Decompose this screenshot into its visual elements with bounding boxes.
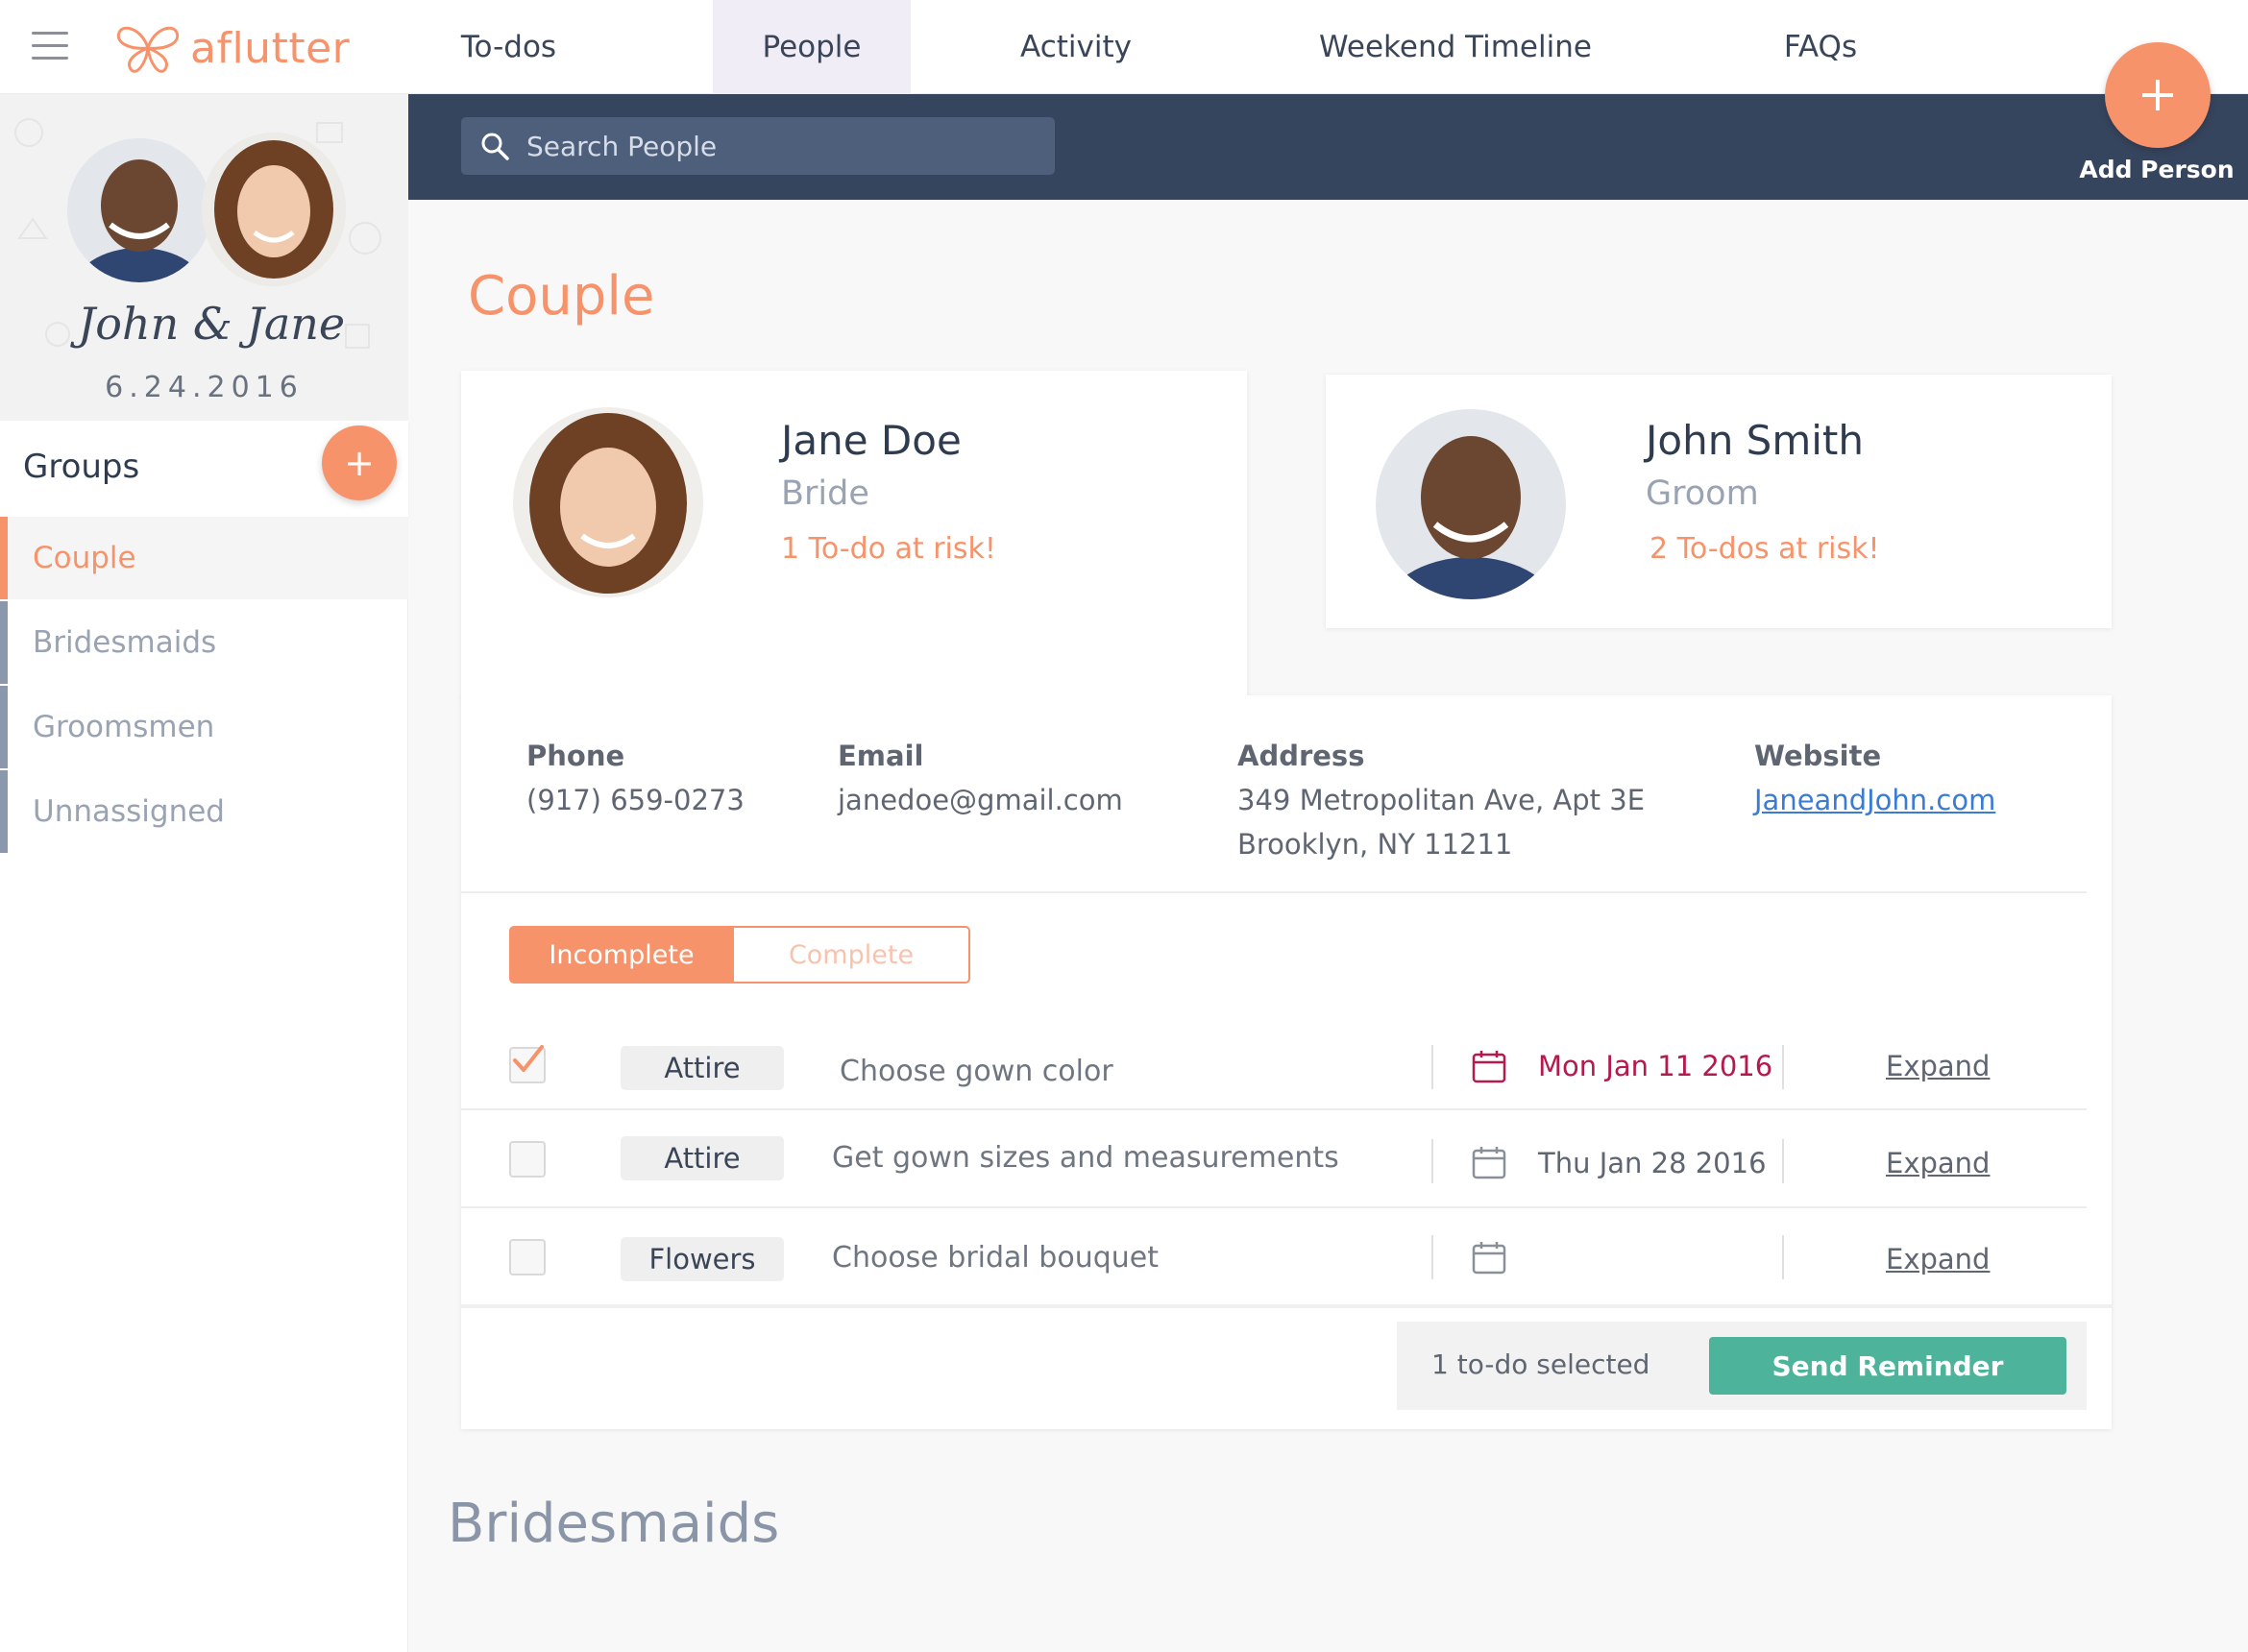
address-label: Address xyxy=(1237,740,1365,772)
sidebar-item-couple[interactable]: Couple xyxy=(0,517,408,599)
phone-value: (917) 659-0273 xyxy=(526,784,745,816)
column-separator xyxy=(1431,1139,1433,1183)
john-avatar xyxy=(67,138,211,282)
section-title-bridesmaids: Bridesmaids xyxy=(448,1493,780,1555)
todo-due-date: Thu Jan 28 2016 xyxy=(1538,1147,1767,1179)
selected-count: 1 to-do selected xyxy=(1431,1348,1650,1380)
add-person-label: Add Person xyxy=(2079,156,2235,183)
couple-header: John & Jane 6.24.2016 xyxy=(0,94,408,421)
phone-label: Phone xyxy=(526,740,625,772)
todo-checkbox[interactable] xyxy=(509,1141,546,1178)
sidebar: John & Jane 6.24.2016 Groups + Couple Br… xyxy=(0,94,408,1652)
tab-people[interactable]: People xyxy=(713,0,911,94)
calendar-icon[interactable] xyxy=(1472,1145,1506,1179)
sidebar-item-groomsmen[interactable]: Groomsmen xyxy=(0,686,408,768)
expand-link[interactable]: Expand xyxy=(1886,1050,1990,1082)
tab-activity[interactable]: Activity xyxy=(999,0,1153,94)
plus-icon xyxy=(2142,80,2173,110)
person-role: Bride xyxy=(781,474,869,513)
section-title-couple: Couple xyxy=(468,265,655,328)
email-label: Email xyxy=(838,740,924,772)
logo[interactable]: aflutter xyxy=(113,21,350,75)
top-nav: aflutter To-dos People Activity Weekend … xyxy=(0,0,2248,94)
todo-risk-status: 2 To-dos at risk! xyxy=(1649,532,1880,566)
groups-header: Groups + xyxy=(0,421,408,517)
list-bottom-border xyxy=(461,1304,2112,1308)
column-separator xyxy=(1782,1235,1784,1279)
todo-checkbox-checked[interactable] xyxy=(509,1045,546,1083)
column-separator xyxy=(1431,1045,1433,1089)
wedding-date: 6.24.2016 xyxy=(105,371,304,404)
person-name: John Smith xyxy=(1646,417,1865,464)
couple-names: John & Jane xyxy=(77,298,346,350)
row-divider xyxy=(461,1206,2087,1208)
brand-name: aflutter xyxy=(190,23,351,73)
todo-risk-status: 1 To-do at risk! xyxy=(781,532,996,566)
todo-due-date: Mon Jan 11 2016 xyxy=(1538,1050,1773,1082)
row-divider xyxy=(461,1108,2087,1110)
todo-text: Choose bridal bouquet xyxy=(832,1241,1159,1275)
todo-category-tag: Attire xyxy=(621,1046,784,1090)
card-connector xyxy=(461,686,1247,705)
column-separator xyxy=(1431,1235,1433,1279)
address-line1: 349 Metropolitan Ave, Apt 3E xyxy=(1237,784,1646,816)
person-card-john[interactable]: John Smith Groom 2 To-dos at risk! xyxy=(1326,375,2112,628)
tab-weekend-timeline[interactable]: Weekend Timeline xyxy=(1307,0,1604,94)
butterfly-logo-icon xyxy=(116,26,180,73)
check-icon xyxy=(513,1045,544,1072)
todo-text: Choose gown color xyxy=(840,1055,1113,1088)
selection-action-bar: 1 to-do selected Send Reminder xyxy=(1397,1322,2087,1410)
person-card-jane[interactable]: Jane Doe Bride 1 To-do at risk! xyxy=(461,371,1247,697)
filter-incomplete-tab[interactable]: Incomplete xyxy=(509,926,734,984)
search-input[interactable] xyxy=(526,130,1026,162)
email-value: janedoe@gmail.com xyxy=(838,784,1123,816)
tab-faqs[interactable]: FAQs xyxy=(1758,0,1883,94)
sidebar-item-bridesmaids[interactable]: Bridesmaids xyxy=(0,601,408,684)
person-role: Groom xyxy=(1646,474,1759,513)
todo-checkbox[interactable] xyxy=(509,1239,546,1275)
todo-category-tag: Flowers xyxy=(621,1237,784,1281)
todo-text: Get gown sizes and measurements xyxy=(832,1141,1339,1175)
person-name: Jane Doe xyxy=(781,417,962,464)
expand-link[interactable]: Expand xyxy=(1886,1147,1990,1179)
add-group-button[interactable]: + xyxy=(322,425,397,500)
filter-complete-tab[interactable]: Complete xyxy=(734,926,970,984)
column-separator xyxy=(1782,1045,1784,1089)
groups-title: Groups xyxy=(23,448,140,486)
send-reminder-button[interactable]: Send Reminder xyxy=(1709,1337,2066,1395)
search-icon xyxy=(481,133,509,160)
hamburger-menu-icon[interactable] xyxy=(32,32,68,61)
add-person-button[interactable] xyxy=(2105,42,2211,148)
search-field[interactable] xyxy=(461,117,1055,175)
todo-category-tag: Attire xyxy=(621,1136,784,1180)
jane-avatar xyxy=(202,133,346,286)
jane-card-avatar xyxy=(513,407,703,597)
john-card-avatar xyxy=(1376,409,1566,599)
tab-todos[interactable]: To-dos xyxy=(425,0,593,94)
website-link[interactable]: JaneandJohn.com xyxy=(1754,778,1995,822)
search-bar-strip xyxy=(408,94,2248,200)
sidebar-item-unnassigned[interactable]: Unnassigned xyxy=(0,770,408,853)
website-label: Website xyxy=(1754,740,1882,772)
column-separator xyxy=(1782,1139,1784,1183)
calendar-icon[interactable] xyxy=(1472,1240,1506,1275)
divider xyxy=(461,891,2087,893)
calendar-icon[interactable] xyxy=(1472,1049,1506,1083)
address-line2: Brooklyn, NY 11211 xyxy=(1237,828,1513,861)
expand-link[interactable]: Expand xyxy=(1886,1243,1990,1275)
